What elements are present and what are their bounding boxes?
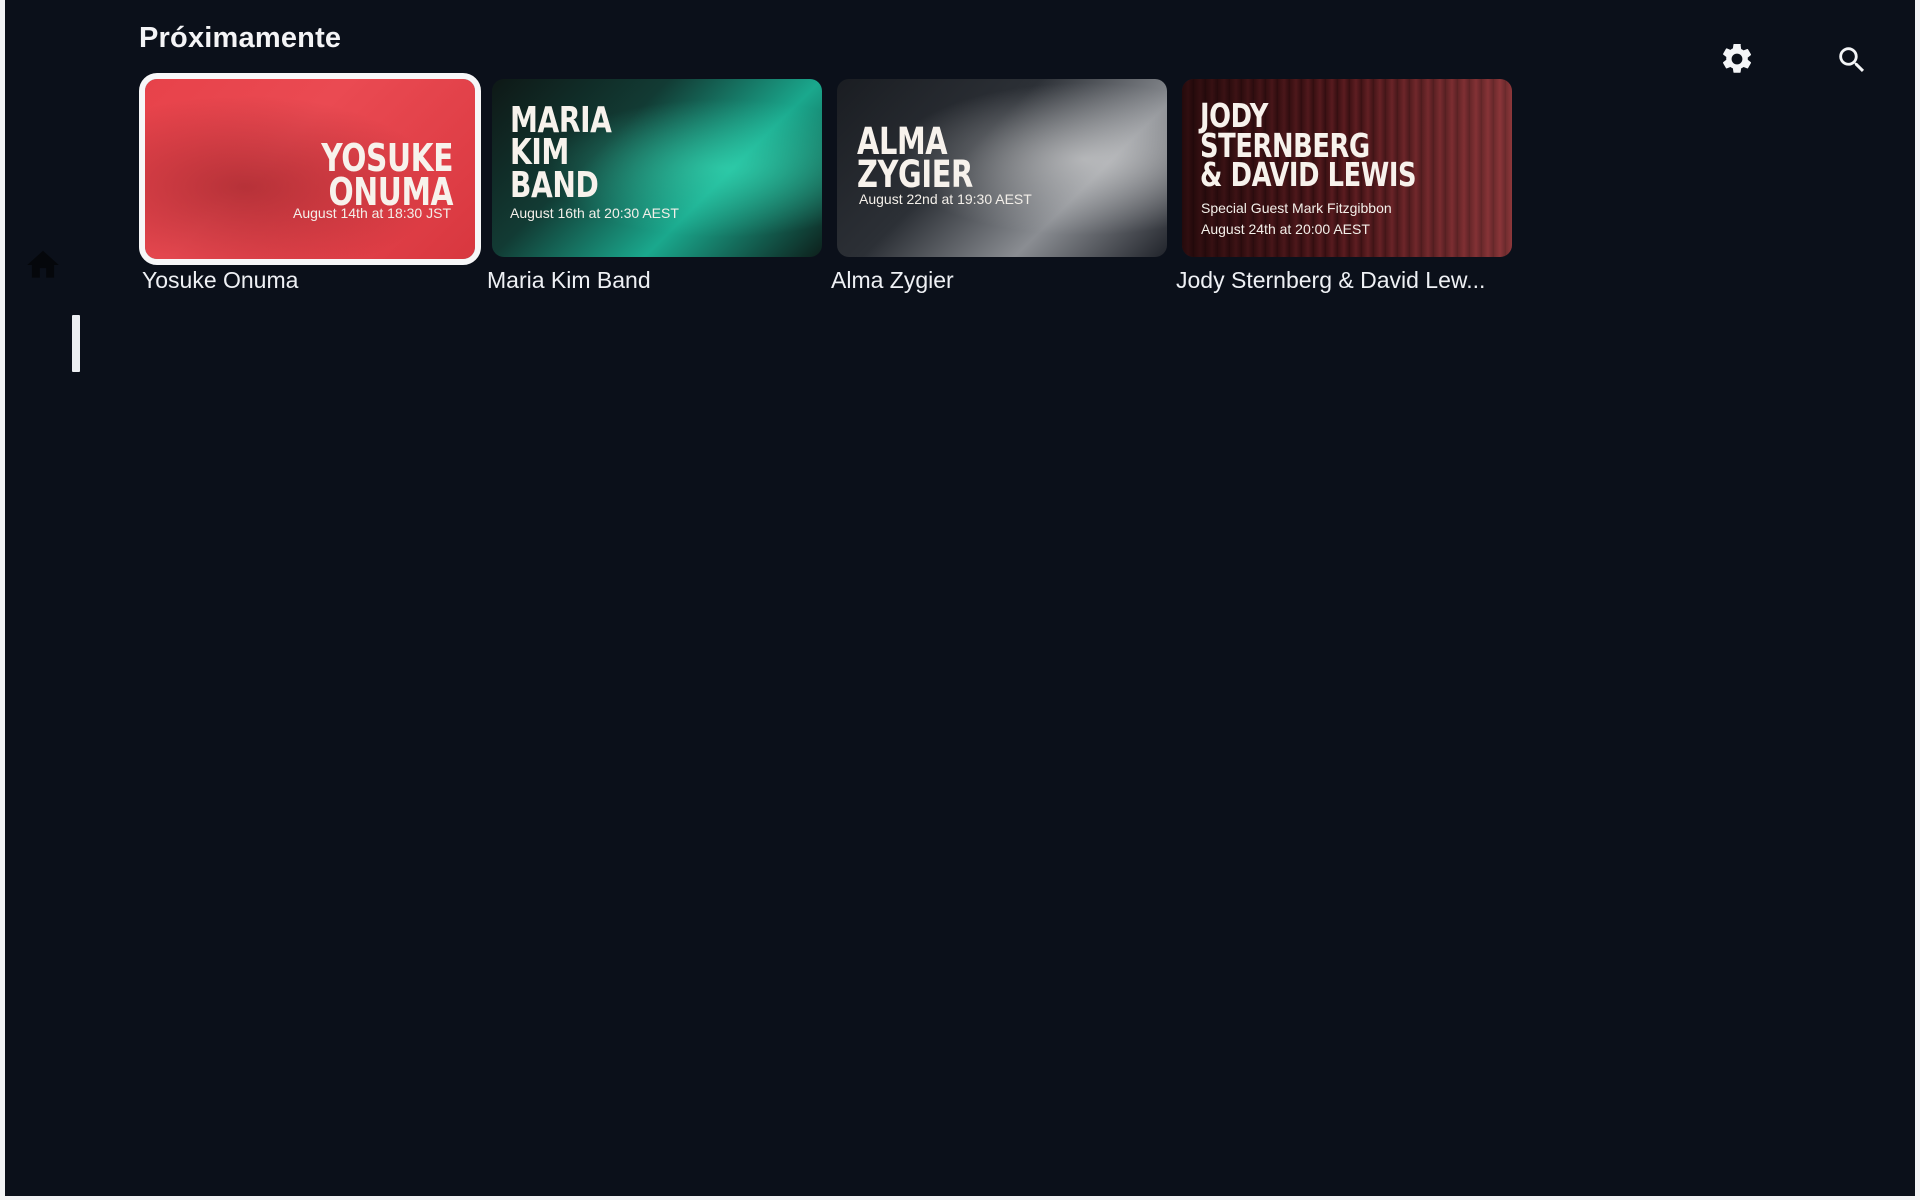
poster-date: August 24th at 20:00 AEST <box>1201 221 1370 237</box>
poster-title: JODY STERNBERG & DAVID LEWIS <box>1200 99 1417 195</box>
poster-title-line: BAND <box>510 164 599 206</box>
poster-subtitle: Special Guest Mark Fitzgibbon <box>1201 200 1392 216</box>
search-icon <box>1839 47 1865 73</box>
gear-icon <box>1723 43 1752 73</box>
poster-title: MARIA KIM BAND <box>510 102 612 206</box>
card-title: Yosuke Onuma <box>142 267 299 293</box>
section-title: Próximamente <box>139 22 342 54</box>
home-nav-button[interactable] <box>24 246 62 284</box>
frame-right-edge <box>1915 0 1920 1200</box>
poster-title-line: ZYGIER <box>857 153 973 197</box>
poster-title: ALMA ZYGIER <box>857 123 973 197</box>
frame-left-edge <box>0 0 5 1200</box>
event-card-jody-sternberg-david-lewis[interactable]: JODY STERNBERG & DAVID LEWIS Special Gue… <box>1182 79 1512 257</box>
poster-title: YOSUKE ONUMA <box>321 139 453 211</box>
poster-title-line: & DAVID LEWIS <box>1200 155 1417 195</box>
settings-button[interactable] <box>1717 39 1757 79</box>
frame-bottom-edge <box>0 1196 1920 1200</box>
search-button[interactable] <box>1832 40 1872 80</box>
nav-focus-indicator <box>72 315 80 372</box>
app-screen: Próximamente YOSUKE ONUMA August 14th at… <box>0 0 1920 1200</box>
card-title: Alma Zygier <box>831 267 954 293</box>
poster-date: August 22nd at 19:30 AEST <box>859 191 1032 207</box>
event-card-yosuke-onuma[interactable]: YOSUKE ONUMA August 14th at 18:30 JST <box>139 73 481 265</box>
event-card-maria-kim-band[interactable]: MARIA KIM BAND August 16th at 20:30 AEST <box>492 79 822 257</box>
card-title: Jody Sternberg & David Lew... <box>1176 267 1486 293</box>
event-card-alma-zygier[interactable]: ALMA ZYGIER August 22nd at 19:30 AEST <box>837 79 1167 257</box>
card-title: Maria Kim Band <box>487 267 651 293</box>
poster-date: August 16th at 20:30 AEST <box>510 205 679 221</box>
home-icon <box>27 250 59 278</box>
poster-date: August 14th at 18:30 JST <box>293 205 451 221</box>
